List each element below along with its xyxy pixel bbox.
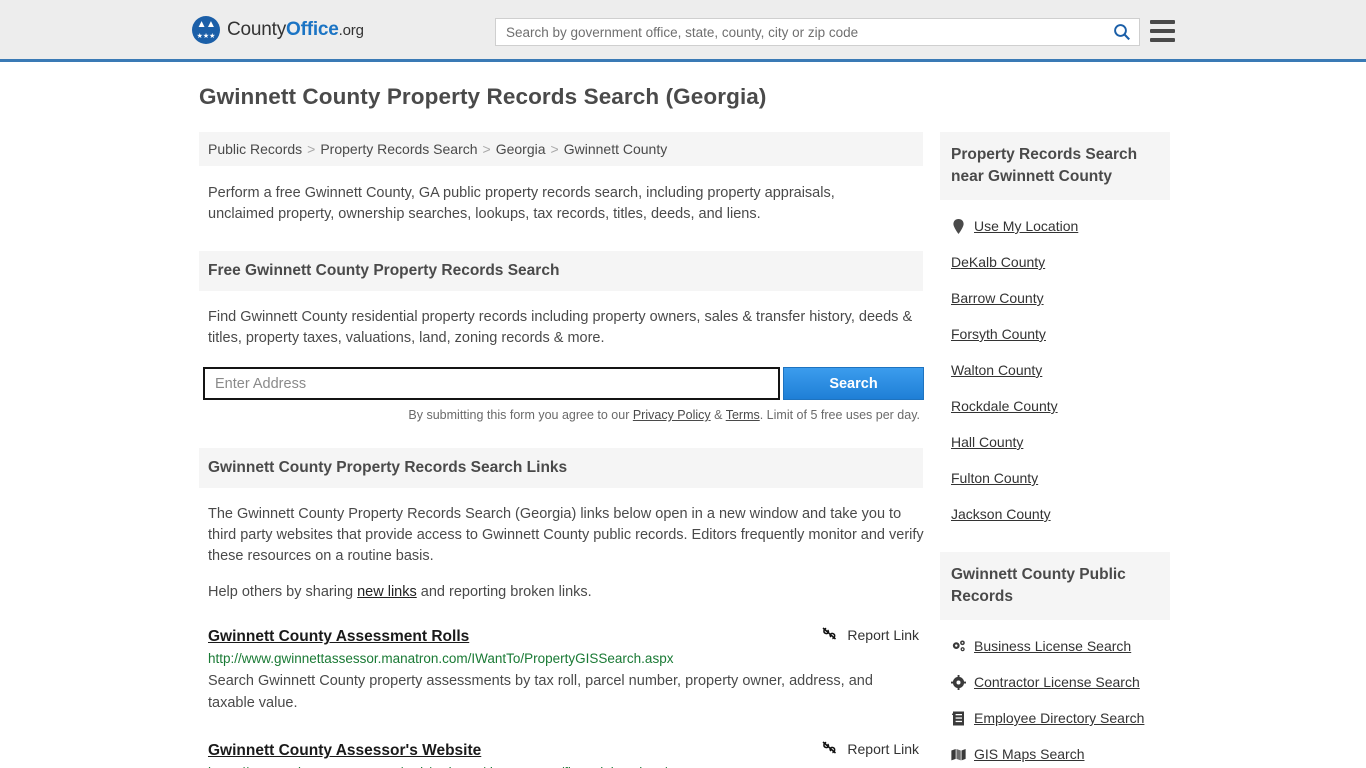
report-link-button[interactable]: Report Link xyxy=(821,626,923,644)
sidebar-panel-public-records: Gwinnett County Public Records Business … xyxy=(940,552,1170,768)
sidebar: Property Records Search near Gwinnett Co… xyxy=(940,132,1170,768)
report-link-button[interactable]: Report Link xyxy=(821,740,923,758)
result-item: Gwinnett County Assessment Rolls Report … xyxy=(208,626,923,714)
result-header-row: Gwinnett County Assessor's Website Repor… xyxy=(208,740,923,760)
site-header: ▲▲ ★★★ CountyOffice.org xyxy=(0,0,1366,62)
report-link-label: Report Link xyxy=(847,741,919,757)
logo-text-office: Office xyxy=(286,18,339,40)
terms-link[interactable]: Terms xyxy=(726,408,760,422)
search-icon[interactable] xyxy=(1105,19,1139,45)
page-title: Gwinnett County Property Records Search … xyxy=(199,84,767,109)
sidebar-link-label[interactable]: GIS Maps Search xyxy=(974,746,1085,762)
sidebar-link-label[interactable]: Barrow County xyxy=(951,290,1044,306)
sidebar-link-label[interactable]: Jackson County xyxy=(951,506,1051,522)
logo-text: CountyOffice.org xyxy=(227,19,364,41)
map-pin-icon xyxy=(951,218,966,234)
disclaimer-suffix: . Limit of 5 free uses per day. xyxy=(759,408,920,422)
broken-link-icon xyxy=(821,626,838,644)
breadcrumb-separator: > xyxy=(307,141,316,157)
sidebar-link-label[interactable]: Business License Search xyxy=(974,638,1131,654)
help-suffix: and reporting broken links. xyxy=(416,584,592,600)
breadcrumb-item-2[interactable]: Georgia xyxy=(496,141,546,157)
links-section-heading: Gwinnett County Property Records Search … xyxy=(199,448,923,488)
sidebar-item-dekalb-county[interactable]: DeKalb County xyxy=(951,244,1170,280)
address-input[interactable] xyxy=(203,367,780,400)
report-link-label: Report Link xyxy=(847,627,919,643)
breadcrumb-item-3[interactable]: Gwinnett County xyxy=(564,141,668,157)
result-description: Search Gwinnett County property assessme… xyxy=(208,673,873,711)
breadcrumb-separator: > xyxy=(482,141,491,157)
form-disclaimer: By submitting this form you agree to our… xyxy=(199,408,920,422)
page-container: Gwinnett County Property Records Search … xyxy=(0,62,1366,768)
sidebar-public-records-heading: Gwinnett County Public Records xyxy=(940,552,1170,620)
sidebar-item-forsyth-county[interactable]: Forsyth County xyxy=(951,316,1170,352)
sidebar-item-use-my-location[interactable]: Use My Location xyxy=(951,208,1170,244)
logo-text-county: County xyxy=(227,18,287,40)
search-submit-button[interactable]: Search xyxy=(783,367,924,400)
help-share-line: Help others by sharing new links and rep… xyxy=(208,584,923,600)
search-input[interactable] xyxy=(496,24,1105,40)
logo-text-org: .org xyxy=(338,21,364,39)
result-url[interactable]: http://www.gwinnettassessor.manatron.com… xyxy=(208,651,923,666)
sidebar-item-gis-maps-search[interactable]: GIS Maps Search xyxy=(951,736,1170,768)
sidebar-item-barrow-county[interactable]: Barrow County xyxy=(951,280,1170,316)
sidebar-link-label[interactable]: Use My Location xyxy=(974,218,1078,234)
free-search-heading: Free Gwinnett County Property Records Se… xyxy=(199,251,923,291)
directory-book-icon xyxy=(951,711,966,726)
hamburger-menu-icon[interactable] xyxy=(1150,20,1175,42)
result-title-link[interactable]: Gwinnett County Assessment Rolls xyxy=(208,628,469,646)
sidebar-item-walton-county[interactable]: Walton County xyxy=(951,352,1170,388)
content-columns: Public Records > Property Records Search > G… xyxy=(0,132,1366,768)
sidebar-nearby-heading: Property Records Search near Gwinnett Co… xyxy=(940,132,1170,200)
address-search-form: Search xyxy=(203,367,924,400)
sidebar-item-rockdale-county[interactable]: Rockdale County xyxy=(951,388,1170,424)
breadcrumb: Public Records > Property Records Search > G… xyxy=(199,132,923,166)
cogs-icon xyxy=(951,639,966,654)
sidebar-public-records-list: Business License Search Contractor Licen… xyxy=(940,620,1170,768)
sidebar-link-label[interactable]: Forsyth County xyxy=(951,326,1046,342)
sidebar-item-jackson-county[interactable]: Jackson County xyxy=(951,496,1170,532)
help-prefix: Help others by sharing xyxy=(208,584,358,600)
gear-icon xyxy=(951,674,966,690)
result-header-row: Gwinnett County Assessment Rolls Report … xyxy=(208,626,923,646)
sidebar-link-label[interactable]: Walton County xyxy=(951,362,1042,378)
links-section-description: The Gwinnett County Property Records Sea… xyxy=(208,506,924,564)
disclaimer-prefix: By submitting this form you agree to our xyxy=(408,408,633,422)
sidebar-link-label[interactable]: Rockdale County xyxy=(951,398,1058,414)
sidebar-item-business-license-search[interactable]: Business License Search xyxy=(951,628,1170,664)
sidebar-link-label[interactable]: Fulton County xyxy=(951,470,1038,486)
privacy-policy-link[interactable]: Privacy Policy xyxy=(633,408,711,422)
sidebar-item-contractor-license-search[interactable]: Contractor License Search xyxy=(951,664,1170,700)
breadcrumb-item-1[interactable]: Property Records Search xyxy=(320,141,477,157)
eagle-seal-icon: ▲▲ ★★★ xyxy=(192,15,220,44)
sidebar-item-fulton-county[interactable]: Fulton County xyxy=(951,460,1170,496)
sidebar-link-label[interactable]: DeKalb County xyxy=(951,254,1045,270)
page-intro-text: Perform a free Gwinnett County, GA publi… xyxy=(208,185,835,222)
sidebar-link-label[interactable]: Hall County xyxy=(951,434,1023,450)
breadcrumb-separator: > xyxy=(550,141,559,157)
sidebar-link-label[interactable]: Employee Directory Search xyxy=(974,710,1144,726)
sidebar-nearby-list: Use My Location DeKalb County Barrow Cou… xyxy=(940,200,1170,532)
site-logo[interactable]: ▲▲ ★★★ CountyOffice.org xyxy=(192,15,364,44)
breadcrumb-item-0[interactable]: Public Records xyxy=(208,141,302,157)
free-search-description: Find Gwinnett County residential propert… xyxy=(208,309,913,346)
sidebar-link-label[interactable]: Contractor License Search xyxy=(974,674,1140,690)
result-title-link[interactable]: Gwinnett County Assessor's Website xyxy=(208,742,481,760)
sidebar-item-hall-county[interactable]: Hall County xyxy=(951,424,1170,460)
main-column: Public Records > Property Records Search > G… xyxy=(199,132,924,768)
broken-link-icon xyxy=(821,740,838,758)
sidebar-panel-nearby: Property Records Search near Gwinnett Co… xyxy=(940,132,1170,532)
disclaimer-amp: & xyxy=(710,408,726,422)
result-item: Gwinnett County Assessor's Website Repor… xyxy=(208,740,923,768)
sidebar-item-employee-directory-search[interactable]: Employee Directory Search xyxy=(951,700,1170,736)
header-search-box[interactable] xyxy=(495,18,1140,46)
new-links-link[interactable]: new links xyxy=(357,584,417,600)
map-icon xyxy=(951,747,966,762)
